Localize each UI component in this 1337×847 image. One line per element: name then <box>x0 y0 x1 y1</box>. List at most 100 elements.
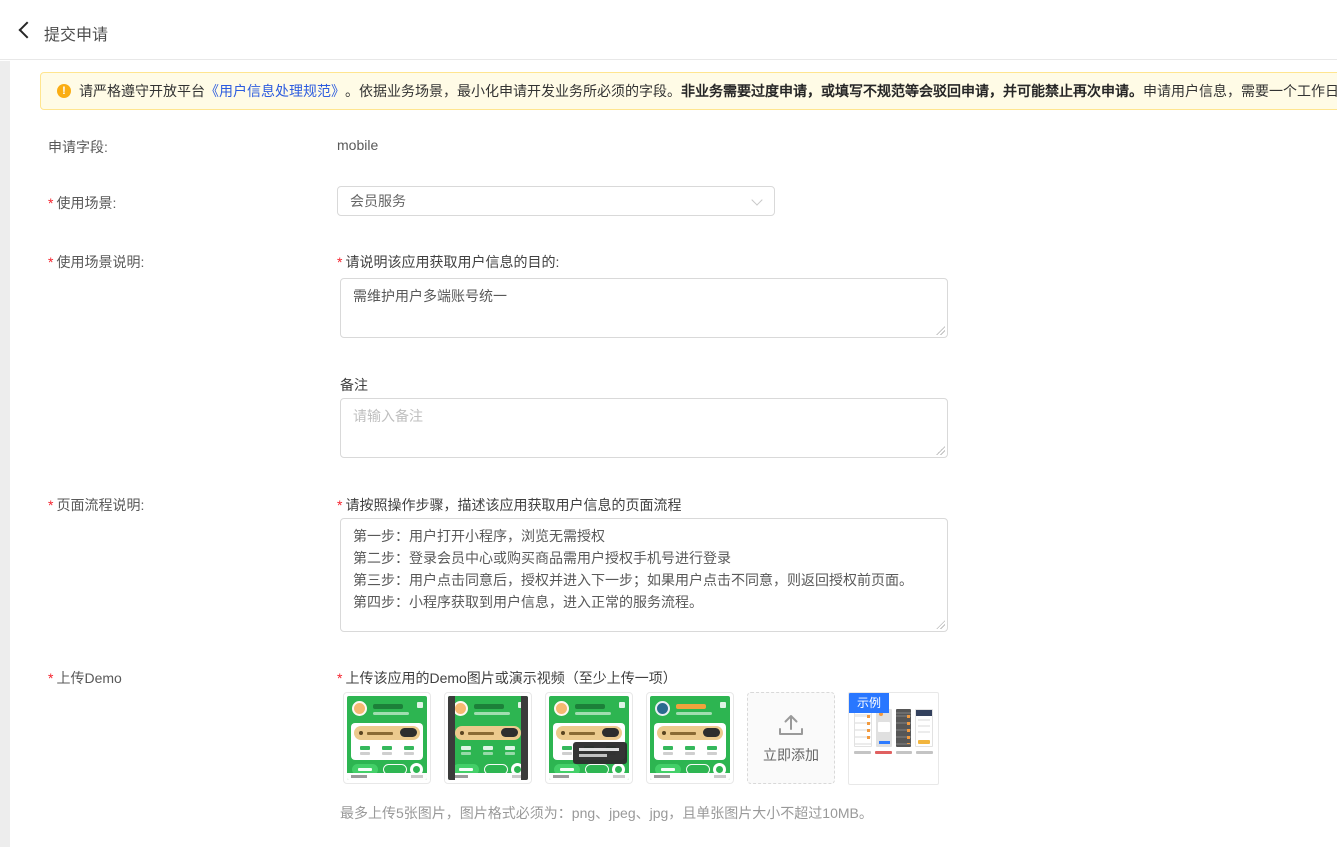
banner-button-art <box>703 728 720 737</box>
stat-art <box>707 746 717 755</box>
scene-desc-textarea[interactable]: 需维护用户多端账号统一 <box>340 278 948 338</box>
example-phone-3 <box>896 709 912 747</box>
stat-art <box>360 746 370 755</box>
flow-textarea-wrap: 第一步：用户打开小程序，浏览无需授权 第二步：登录会员中心或购买商品需用户授权手… <box>340 518 948 632</box>
remark-label: 备注 <box>340 375 368 395</box>
required-asterisk: * <box>337 497 342 513</box>
usage-scene-label: *使用场景: <box>48 193 116 213</box>
required-asterisk: * <box>48 497 53 513</box>
policy-link[interactable]: 《用户信息处理规范》 <box>205 81 345 101</box>
example-phones-art <box>854 709 933 747</box>
stats-art <box>455 743 521 757</box>
banner-text-art <box>367 732 393 735</box>
stat-art <box>562 746 572 755</box>
banner-text-art <box>569 732 595 735</box>
back-button[interactable] <box>14 19 38 43</box>
add-upload-label: 立即添加 <box>763 745 819 765</box>
alert-text-2: 。依据业务场景，最小化申请开发业务所必须的字段。 <box>345 81 681 101</box>
field-name-value: mobile <box>337 137 378 153</box>
required-asterisk: * <box>337 670 342 686</box>
upload-demo-sublabel-text: 上传该应用的Demo图片或演示视频（至少上传一项） <box>345 670 676 686</box>
corner-icon-art <box>619 702 625 708</box>
name-bar-art <box>474 704 504 709</box>
subtitle-bar-art <box>575 712 611 715</box>
warning-icon: ! <box>57 84 71 98</box>
upload-demo-label-text: 上传Demo <box>56 670 121 686</box>
gold-banner-art <box>354 726 420 740</box>
demo-screenshot-art <box>650 696 730 780</box>
banner-text-art <box>670 732 696 735</box>
stat-art <box>404 746 414 755</box>
required-asterisk: * <box>337 254 342 270</box>
caption-bar <box>916 751 933 754</box>
remark-textarea-wrap <box>340 398 948 458</box>
footer-strip-art <box>650 773 730 780</box>
stats-art <box>354 743 420 757</box>
banner-text-art <box>468 732 494 735</box>
alert-text-3: 申请用户信息，需要一个工作日左右的审核时间，请耐心等待。 <box>1143 81 1337 101</box>
header-bar-art <box>916 710 932 716</box>
dialog-art <box>878 722 890 732</box>
footer-strip-art <box>549 773 629 780</box>
upload-icon <box>776 712 806 738</box>
stat-art <box>461 746 471 755</box>
gold-banner-art <box>556 726 622 740</box>
example-phone-1 <box>854 709 872 747</box>
demo-member-center-screenshot-2[interactable] <box>444 692 532 784</box>
demo-thumbnail-list <box>343 692 734 784</box>
orange-dots-art <box>867 715 870 743</box>
page-title: 提交申请 <box>44 21 108 45</box>
add-upload-button[interactable]: 立即添加 <box>747 692 835 784</box>
example-captions-art <box>854 751 933 754</box>
upload-demo-sublabel: *上传该应用的Demo图片或演示视频（至少上传一项） <box>337 668 677 688</box>
example-badge: 示例 <box>849 693 889 713</box>
member-card-art <box>452 723 524 760</box>
demo-member-center-screenshot-4[interactable] <box>646 692 734 784</box>
name-bar-art <box>676 704 706 709</box>
stat-art <box>505 746 515 755</box>
alert-text-bold: 非业务需要过度申请，或填写不规范等会驳回申请，并可能禁止再次申请。 <box>681 81 1143 101</box>
page-background-strip <box>0 61 10 847</box>
banner-button-art <box>602 728 619 737</box>
demo-member-center-screenshot-3[interactable] <box>545 692 633 784</box>
demo-upload-row: 立即添加 示例 <box>343 692 939 785</box>
demo-member-center-screenshot-1[interactable] <box>343 692 431 784</box>
stat-art <box>663 746 673 755</box>
caption-bar <box>854 751 871 754</box>
orange-button-art <box>918 740 930 744</box>
gold-banner-art <box>657 726 723 740</box>
stats-art <box>657 743 723 757</box>
footer-strip-art <box>347 773 427 780</box>
member-card-art <box>351 723 423 760</box>
list-rows-art <box>918 719 930 737</box>
example-thumbnail[interactable]: 示例 <box>848 692 939 785</box>
toast-overlay-art <box>573 742 627 764</box>
required-asterisk: * <box>48 195 53 211</box>
corner-icon-art <box>720 702 726 708</box>
flow-label: *页面流程说明: <box>48 495 144 515</box>
subtitle-bar-art <box>373 712 409 715</box>
demo-screenshot-art <box>347 696 427 780</box>
stat-art <box>483 746 493 755</box>
subtitle-bar-art <box>676 712 712 715</box>
footer-strip-art <box>448 773 528 780</box>
scene-desc-label-text: 使用场景说明: <box>56 254 144 270</box>
avatar-art <box>554 701 569 716</box>
stat-art <box>685 746 695 755</box>
flow-label-text: 页面流程说明: <box>56 497 144 513</box>
caption-bar <box>896 751 913 754</box>
corner-icon-art <box>518 702 524 708</box>
orange-dots-art <box>907 715 910 744</box>
required-asterisk: * <box>48 254 53 270</box>
usage-scene-select[interactable]: 会员服务 <box>337 186 775 216</box>
banner-dot-art <box>561 731 565 735</box>
remark-textarea[interactable] <box>340 398 948 458</box>
corner-icon-art <box>417 702 423 708</box>
flow-textarea[interactable]: 第一步：用户打开小程序，浏览无需授权 第二步：登录会员中心或购买商品需用户授权手… <box>340 518 948 632</box>
scene-desc-label: *使用场景说明: <box>48 252 144 272</box>
name-bar-art <box>373 704 403 709</box>
member-card-art <box>654 723 726 760</box>
upload-demo-label: *上传Demo <box>48 668 122 688</box>
flow-sublabel: *请按照操作步骤，描述该应用获取用户信息的页面流程 <box>337 495 681 515</box>
banner-button-art <box>400 728 417 737</box>
